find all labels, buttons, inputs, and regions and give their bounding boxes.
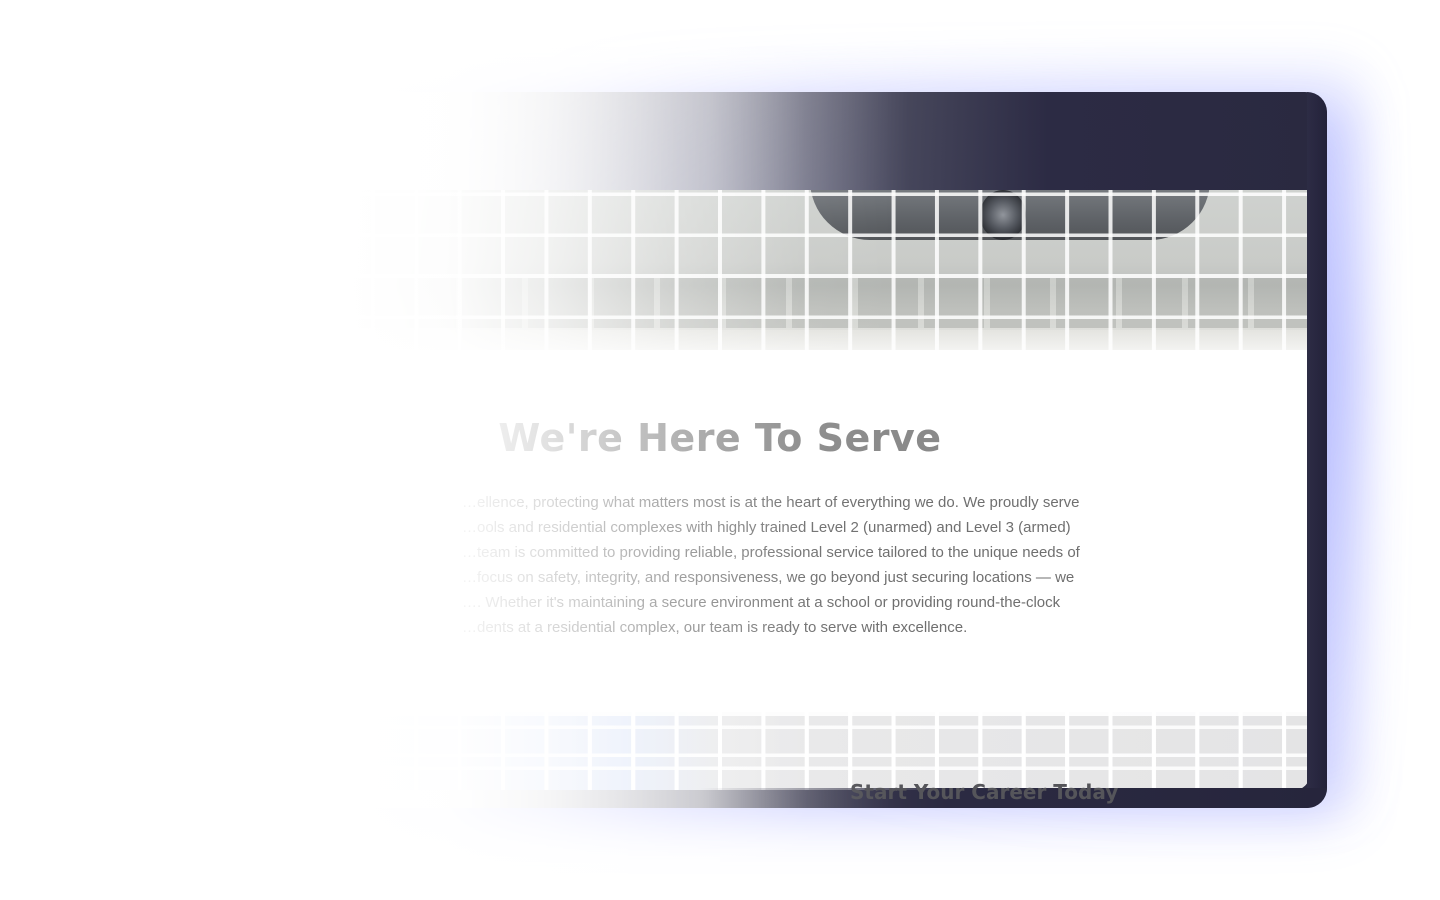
cta-title: Start Your Career Today xyxy=(850,780,1119,804)
stage: We're Here To Serve …ellence, protecting… xyxy=(0,0,1440,900)
body-line: …team is committed to providing reliable… xyxy=(462,544,1080,561)
section-title: We're Here To Serve xyxy=(498,416,942,460)
device-top-bezel xyxy=(330,92,1327,192)
hero-car-wheel xyxy=(980,190,1026,240)
body-line: …dents at a residential complex, our tea… xyxy=(462,619,968,636)
body-line: …. Whether it's maintaining a secure env… xyxy=(462,594,1061,611)
body-line: …ellence, protecting what matters most i… xyxy=(462,494,1080,511)
body-line: …ools and residential complexes with hig… xyxy=(462,519,1071,536)
hero-image xyxy=(330,190,1310,350)
hero-building xyxy=(330,278,1310,328)
device-right-bezel xyxy=(1307,92,1327,808)
cta-band xyxy=(330,712,1310,790)
cta-band-grid xyxy=(330,712,1310,790)
body-line: …focus on safety, integrity, and respons… xyxy=(462,569,1075,586)
section-body: …ellence, protecting what matters most i… xyxy=(462,490,1132,640)
hero-ground xyxy=(330,330,1310,350)
